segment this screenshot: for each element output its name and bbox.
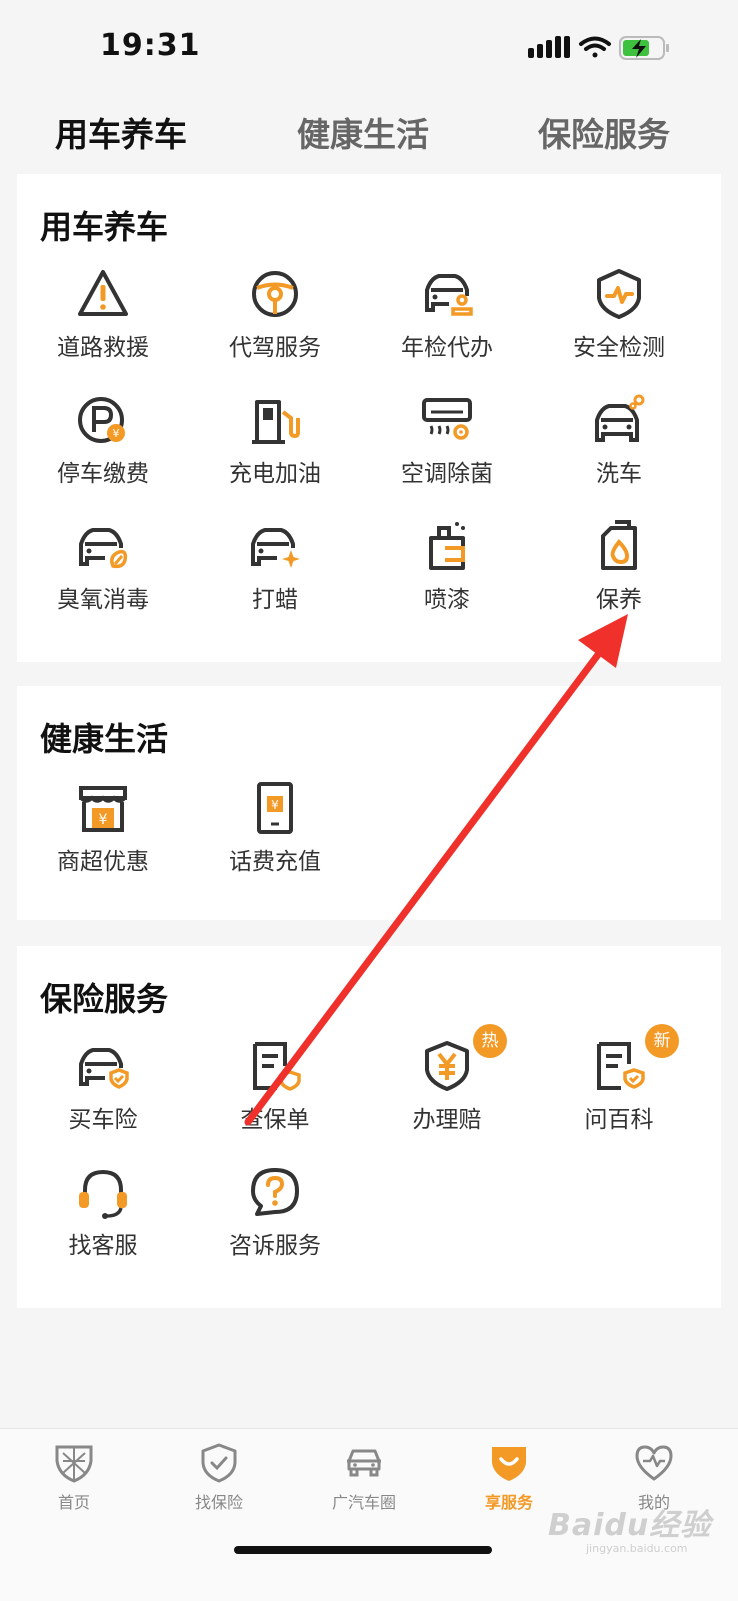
service-item-annual-inspection[interactable]: 年检代办: [361, 266, 533, 376]
policy-document-icon: [253, 1042, 301, 1091]
steering-wheel-icon: [252, 271, 298, 317]
home-indicator: [234, 1546, 492, 1554]
question-bubble-icon: [251, 1168, 299, 1216]
service-item-buy-car-insurance[interactable]: 买车险: [17, 1038, 189, 1148]
tab-car-service[interactable]: 用车养车: [55, 108, 187, 156]
status-time: 19:31: [100, 28, 201, 63]
car-wax-icon: [251, 528, 300, 568]
spray-paint-icon: [429, 522, 465, 570]
service-item-check-policy[interactable]: 查保单: [189, 1038, 361, 1148]
wifi-icon: [579, 36, 611, 58]
item-label: 洗车: [596, 461, 642, 487]
item-label: 喷漆: [424, 587, 470, 613]
item-label: 道路救援: [57, 335, 149, 361]
section-insurance-service: 保险服务 买车险 查保单 热 办理赔 新 问百科 找客服 咨诉服务: [17, 946, 721, 1308]
item-label: 年检代办: [401, 335, 493, 361]
service-item-parking-fee[interactable]: ¥ 停车缴费: [17, 392, 189, 502]
service-smile-icon: [492, 1447, 526, 1481]
battery-icon: [619, 36, 669, 60]
svg-text:¥: ¥: [271, 798, 279, 812]
oil-can-icon: [601, 520, 637, 570]
new-badge: 新: [645, 1024, 679, 1058]
heart-icon: [635, 1445, 673, 1481]
service-item-waxing[interactable]: 打蜡: [189, 518, 361, 628]
service-item-encyclopedia[interactable]: 新 问百科: [533, 1024, 705, 1148]
encyclopedia-icon: [597, 1042, 645, 1090]
service-item-maintenance[interactable]: 保养: [533, 518, 705, 628]
car-disinfect-icon: [79, 528, 128, 569]
service-item-road-rescue[interactable]: 道路救援: [17, 266, 189, 376]
item-label: 办理赔: [412, 1107, 482, 1133]
air-conditioner-icon: [422, 398, 472, 440]
item-label: 安全检测: [573, 335, 665, 361]
fuel-charge-icon: [252, 400, 300, 444]
section-title: 健康生活: [40, 720, 169, 758]
section-title: 用车养车: [40, 208, 169, 246]
signal-icon: [528, 36, 570, 58]
service-item-car-wash[interactable]: 洗车: [533, 392, 705, 502]
home-crest-icon: [55, 1445, 93, 1483]
item-label: 臭氧消毒: [57, 587, 149, 613]
status-bar: 19:31: [0, 0, 738, 90]
svg-text:¥: ¥: [99, 812, 108, 828]
item-label: 话费充值: [229, 849, 321, 875]
nav-label: 广汽车圈: [331, 1493, 396, 1512]
service-item-spray-paint[interactable]: 喷漆: [361, 518, 533, 628]
section-title: 保险服务: [40, 980, 169, 1018]
top-tab-bar: 用车养车 健康生活 保险服务: [0, 108, 738, 172]
item-label: 代驾服务: [229, 335, 321, 361]
car-circle-icon: [347, 1449, 381, 1477]
tab-health-life[interactable]: 健康生活: [297, 108, 429, 156]
service-item-complaint[interactable]: 咨诉服务: [189, 1164, 361, 1274]
service-item-safety-check[interactable]: 安全检测: [533, 266, 705, 376]
item-label: 打蜡: [252, 587, 298, 613]
claim-shield-icon: [425, 1041, 469, 1091]
car-insurance-icon: [79, 1048, 129, 1089]
service-item-charge-fuel[interactable]: 充电加油: [189, 392, 361, 502]
watermark-url: jingyan.baidu.com: [586, 1542, 688, 1555]
service-item-customer-service[interactable]: 找客服: [17, 1164, 189, 1274]
nav-label: 找保险: [194, 1493, 243, 1512]
tab-insurance-service[interactable]: 保险服务: [538, 108, 670, 156]
nav-label: 首页: [57, 1493, 90, 1512]
section-health-life: 健康生活 ¥ 商超优惠 ¥ 话费充值: [17, 686, 721, 920]
warning-triangle-icon: [78, 270, 128, 316]
service-item-phone-recharge[interactable]: ¥ 话费充值: [189, 780, 361, 890]
shop-icon: ¥: [79, 786, 127, 832]
service-item-file-claim[interactable]: 热 办理赔: [361, 1024, 533, 1148]
service-item-designated-driver[interactable]: 代驾服务: [189, 266, 361, 376]
nav-home[interactable]: 首页: [0, 1429, 148, 1529]
item-label: 买车险: [68, 1107, 138, 1133]
item-label: 找客服: [68, 1233, 138, 1259]
car-stamp-icon: [425, 274, 473, 316]
shield-pulse-icon: [597, 269, 641, 319]
headset-icon: [79, 1169, 127, 1219]
item-label: 问百科: [584, 1107, 654, 1133]
shield-check-icon: [201, 1443, 237, 1483]
nav-find-insurance[interactable]: 找保险: [145, 1429, 293, 1529]
service-item-supermarket-deal[interactable]: ¥ 商超优惠: [17, 780, 189, 890]
service-item-ac-sterilize[interactable]: 空调除菌: [361, 392, 533, 502]
status-icons: [528, 34, 678, 68]
hot-badge: 热: [473, 1024, 507, 1058]
item-label: 保养: [596, 587, 642, 613]
item-label: 停车缴费: [57, 461, 149, 487]
phone-recharge-icon: ¥: [257, 782, 293, 834]
service-item-ozone-disinfect[interactable]: 臭氧消毒: [17, 518, 189, 628]
item-label: 咨诉服务: [229, 1233, 321, 1259]
svg-text:¥: ¥: [113, 427, 120, 440]
car-wash-icon: [595, 394, 645, 442]
item-label: 充电加油: [229, 461, 321, 487]
nav-car-circle[interactable]: 广汽车圈: [290, 1429, 438, 1529]
item-label: 空调除菌: [401, 461, 493, 487]
watermark: Baidu经验: [548, 1508, 712, 1543]
section-car-service: 用车养车 道路救援 代驾服务 年检代办 安全检测 ¥ 停车缴费 充电加油 空调除…: [17, 174, 721, 662]
item-label: 商超优惠: [57, 849, 149, 875]
parking-fee-icon: ¥: [78, 397, 125, 443]
item-label: 查保单: [240, 1107, 310, 1133]
